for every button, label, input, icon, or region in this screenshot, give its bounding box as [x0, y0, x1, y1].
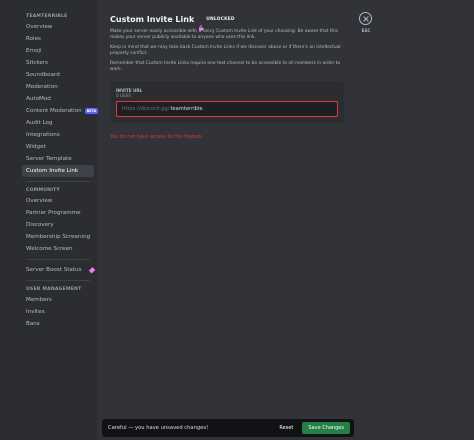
beta-badge: BETA: [84, 108, 99, 114]
esc-label: ESC: [361, 28, 371, 33]
sidebar-item-audit-log[interactable]: Audit Log: [22, 117, 94, 129]
settings-sidebar: TEAMTERRIBLE Overview Roles Emoji Stickers S…: [0, 0, 99, 440]
sidebar-nav: TEAMTERRIBLE Overview Roles Emoji Stickers S…: [22, 12, 99, 330]
sidebar-item-label: Partner Programme: [26, 210, 81, 216]
unsaved-changes-bar: Careful — you have unsaved changes! Rese…: [102, 419, 354, 437]
sidebar-item-label: Server Boost Status: [26, 267, 82, 273]
sidebar-item-label: Membership Screening: [26, 234, 91, 240]
sidebar-item-label: AutoMod: [26, 96, 51, 102]
sidebar-item-soundboard[interactable]: Soundboard: [22, 69, 94, 81]
description-paragraph: Make your server easily accessible with …: [110, 29, 338, 40]
community-section-header: COMMUNITY: [26, 188, 60, 193]
sidebar-item-membership-screening[interactable]: Membership Screening: [22, 231, 94, 243]
sidebar-item-label: Soundboard: [26, 72, 60, 78]
sidebar-item-stickers[interactable]: Stickers: [22, 57, 94, 69]
sidebar-item-label: Stickers: [26, 60, 49, 66]
sidebar-item-label: Bans: [26, 321, 40, 327]
sidebar-item-content-moderation[interactable]: Content Moderation BETA: [22, 105, 99, 117]
abuse-notice-paragraph: Keep in mind that we may take back Custo…: [110, 45, 341, 56]
sidebar-item-server-boost-status[interactable]: Server Boost Status: [22, 264, 96, 276]
sidebar-item-label: Server Template: [26, 156, 72, 162]
boost-gem-icon: [88, 266, 96, 274]
reset-button[interactable]: Reset: [279, 425, 293, 431]
sidebar-item-welcome-screen[interactable]: Welcome Screen: [22, 243, 94, 255]
user-management-section-header: USER MANAGEMENT: [26, 287, 82, 292]
sidebar-item-bans[interactable]: Bans: [22, 318, 94, 330]
sidebar-item-integrations[interactable]: Integrations: [22, 129, 94, 141]
sidebar-item-label: Invites: [26, 309, 45, 315]
sidebar-item-label: Emoji: [26, 48, 42, 54]
invite-url-value[interactable]: teamterrible: [170, 106, 202, 112]
close-settings[interactable]: ESC: [359, 12, 373, 33]
invite-uses-count: 0 USES: [116, 93, 132, 98]
sidebar-item-emoji[interactable]: Emoji: [22, 45, 94, 57]
sidebar-divider: [26, 259, 90, 260]
sidebar-item-label: Custom Invite Link: [26, 168, 79, 174]
close-button[interactable]: [359, 12, 372, 25]
invite-url-card: INVITE URL 0 USES https://discord.gg/ te…: [110, 81, 344, 123]
sidebar-item-automod[interactable]: AutoMod: [22, 93, 94, 105]
sidebar-item-server-template[interactable]: Server Template: [22, 153, 94, 165]
sidebar-item-members[interactable]: Members: [22, 294, 94, 306]
sidebar-item-label: Overview: [26, 24, 53, 30]
unsaved-changes-message: Careful — you have unsaved changes!: [108, 425, 209, 431]
sidebar-item-partner-programme[interactable]: Partner Programme: [22, 207, 94, 219]
sidebar-divider: [26, 181, 90, 182]
sidebar-item-invites[interactable]: Invites: [22, 306, 94, 318]
sidebar-item-label: Welcome Screen: [26, 246, 73, 252]
sidebar-item-label: Audit Log: [26, 120, 53, 126]
invite-url-prefix: https://discord.gg/: [122, 106, 170, 112]
sidebar-item-label: Discovery: [26, 222, 54, 228]
title-row: Custom Invite Link UNLOCKED: [110, 12, 348, 31]
unlock-icon: [198, 16, 204, 31]
requirement-paragraph: Remember that Custom Invite Links requir…: [110, 61, 341, 72]
sidebar-item-label: Overview: [26, 198, 53, 204]
server-section-header: TEAMTERRIBLE: [26, 14, 68, 19]
sidebar-item-label: Widget: [26, 144, 46, 150]
custom-invite-link-panel: Custom Invite Link UNLOCKED Make your se…: [110, 12, 348, 140]
access-error-message: You do not have access to this feature.: [110, 135, 204, 140]
sidebar-item-label: Content Moderation: [26, 108, 82, 114]
sidebar-item-label: Members: [26, 297, 52, 303]
unlocked-badge: UNLOCKED: [206, 16, 235, 22]
sidebar-item-overview[interactable]: Overview: [22, 21, 94, 33]
sidebar-item-label: Integrations: [26, 132, 60, 138]
sidebar-item-overview[interactable]: Overview: [22, 195, 94, 207]
invite-url-input[interactable]: https://discord.gg/ teamterrible: [116, 101, 338, 117]
sidebar-item-label: Moderation: [26, 84, 58, 90]
sidebar-item-roles[interactable]: Roles: [22, 33, 94, 45]
close-icon: [362, 15, 369, 22]
save-changes-button[interactable]: Save Changes: [302, 422, 350, 434]
sidebar-item-widget[interactable]: Widget: [22, 141, 94, 153]
sidebar-item-discovery[interactable]: Discovery: [22, 219, 94, 231]
sidebar-item-moderation[interactable]: Moderation: [22, 81, 94, 93]
sidebar-item-label: Roles: [26, 36, 41, 42]
sidebar-item-custom-invite-link[interactable]: Custom Invite Link: [22, 165, 94, 177]
sidebar-divider: [26, 280, 90, 281]
page-title: Custom Invite Link: [110, 14, 195, 24]
